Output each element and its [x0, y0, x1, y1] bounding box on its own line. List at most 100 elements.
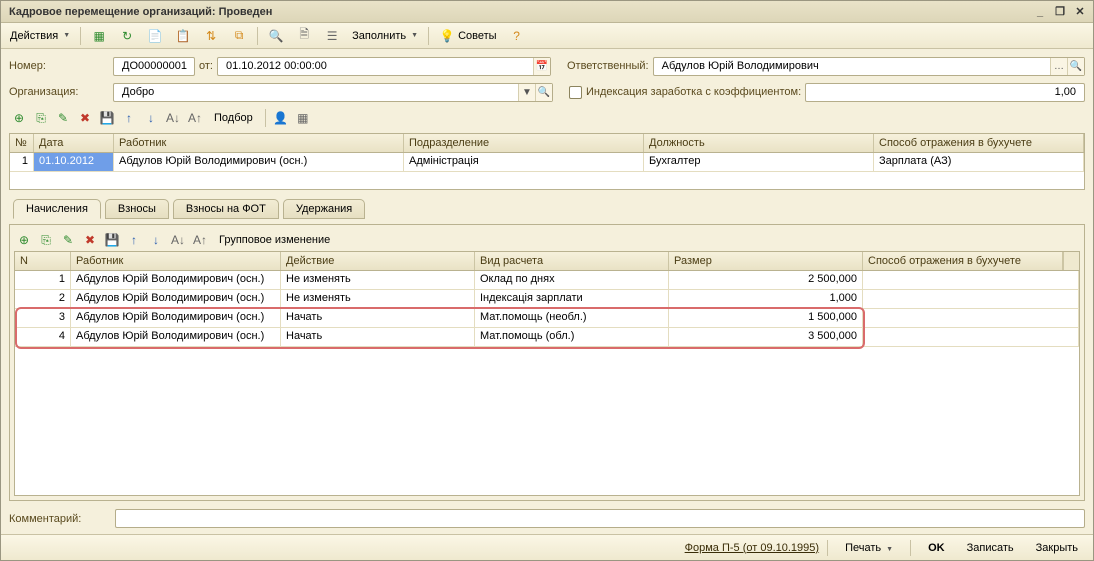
cell-action: Не изменять [281, 271, 475, 289]
v-scrollbar-head [1063, 252, 1079, 270]
add-row-button[interactable]: ⊕ [9, 108, 29, 128]
copy-row-button[interactable]: ⎘ [31, 108, 51, 128]
date-field[interactable]: 01.10.2012 00:00:00 📅 [217, 57, 551, 76]
form-p5-link[interactable]: Форма П-5 (от 09.10.1995) [685, 542, 819, 554]
person-button[interactable]: 👤 [271, 108, 291, 128]
edit-icon: ✎ [55, 110, 71, 126]
save-button[interactable]: Записать [958, 539, 1023, 557]
col-calc[interactable]: Вид расчета [475, 252, 669, 270]
edit-row-button[interactable]: ✎ [58, 230, 78, 250]
minimize-button[interactable]: _ [1031, 4, 1049, 20]
indexation-checkbox[interactable] [569, 86, 582, 99]
responsible-field[interactable]: Абдулов Юрій Володимирович … 🔍 [653, 57, 1085, 76]
col-date[interactable]: Дата [34, 134, 114, 152]
cell-calc: Оклад по днях [475, 271, 669, 289]
col-refl[interactable]: Способ отражения в бухучете [874, 134, 1084, 152]
open-button[interactable]: 🔍 [535, 84, 552, 101]
form-row-2: Организация: Добро ▼ 🔍 Индексация зарабо… [9, 81, 1085, 103]
grid2-row[interactable]: 2 Абдулов Юрій Володимирович (осн.) Не и… [15, 290, 1079, 309]
delete-row-button[interactable]: ✖ [80, 230, 100, 250]
fill-button[interactable]: Заполнить ▼ [347, 25, 423, 47]
move-up-button[interactable]: ↑ [119, 108, 139, 128]
end-edit-button[interactable]: 💾 [102, 230, 122, 250]
grid2-row[interactable]: 4 Абдулов Юрій Володимирович (осн.) Нача… [15, 328, 1079, 347]
col-dept[interactable]: Подразделение [404, 134, 644, 152]
move-up-button[interactable]: ↑ [124, 230, 144, 250]
move-down-button[interactable]: ↓ [146, 230, 166, 250]
select-button[interactable]: … [1050, 58, 1067, 75]
add-icon: ⊕ [11, 110, 27, 126]
open-button[interactable]: 🔍 [1067, 58, 1084, 75]
help-button[interactable]: ? [504, 25, 530, 47]
org-field[interactable]: Добро ▼ 🔍 [113, 83, 553, 102]
comment-field[interactable] [115, 509, 1085, 528]
workers-grid: № Дата Работник Подразделение Должность … [9, 133, 1085, 190]
doc-button-2[interactable]: 📋 [170, 25, 196, 47]
calendar-button[interactable]: 📅 [533, 58, 550, 75]
main-toolbar: Действия ▼ ▦ ↻ 📄 📋 ⇅ ⧉ 🔍 🗎 ☰ Заполнить ▼… [1, 23, 1093, 49]
actions-menu[interactable]: Действия ▼ [5, 25, 75, 47]
cell-n: 1 [10, 153, 34, 171]
comment-row: Комментарий: [9, 505, 1085, 530]
move-down-button[interactable]: ↓ [141, 108, 161, 128]
post-button[interactable]: ▦ [86, 25, 112, 47]
basis-button[interactable]: ⧉ [226, 25, 252, 47]
cell-pos: Бухгалтер [644, 153, 874, 171]
print-label: Печать [845, 542, 881, 554]
maximize-button[interactable]: ❐ [1051, 4, 1069, 20]
dropdown-button[interactable]: ▼ [518, 84, 535, 101]
sort-desc-button[interactable]: A↑ [185, 108, 205, 128]
grid1-toolbar: ⊕ ⎘ ✎ ✖ 💾 ↑ ↓ A↓ A↑ Подбор 👤 ▦ [9, 107, 1085, 129]
col-pos[interactable]: Должность [644, 134, 874, 152]
tab-accruals[interactable]: Начисления [13, 199, 101, 219]
add-row-button[interactable]: ⊕ [14, 230, 34, 250]
group-change-label: Групповое изменение [219, 234, 330, 246]
end-edit-button[interactable]: 💾 [97, 108, 117, 128]
edit-row-button[interactable]: ✎ [53, 108, 73, 128]
sort-desc-button[interactable]: A↑ [190, 230, 210, 250]
repost-button[interactable]: ↻ [114, 25, 140, 47]
print-button[interactable]: Печать ▼ [836, 539, 902, 557]
col-worker[interactable]: Работник [71, 252, 281, 270]
col-refl[interactable]: Способ отражения в бухучете [863, 252, 1063, 270]
grid1-row[interactable]: 1 01.10.2012 Абдулов Юрій Володимирович … [10, 153, 1084, 172]
tab-contributions-fot[interactable]: Взносы на ФОТ [173, 199, 279, 219]
col-size[interactable]: Размер [669, 252, 863, 270]
movements-button[interactable]: ⇅ [198, 25, 224, 47]
dropdown-icon: ▼ [886, 546, 893, 553]
tips-button[interactable]: 💡 Советы [434, 25, 501, 47]
tab-deductions[interactable]: Удержания [283, 199, 365, 219]
cell-action: Начать [281, 309, 475, 327]
list-button[interactable]: ☰ [319, 25, 345, 47]
col-n[interactable]: N [15, 252, 71, 270]
form-row-1: Номер: ДО00000001 от: 01.10.2012 00:00:0… [9, 55, 1085, 77]
tab-contributions[interactable]: Взносы [105, 199, 169, 219]
comment-label: Комментарий: [9, 513, 109, 525]
close-button[interactable]: ✕ [1071, 4, 1089, 20]
col-worker[interactable]: Работник [114, 134, 404, 152]
ok-button[interactable]: OK [919, 539, 954, 557]
find-button[interactable]: 🔍 [263, 25, 289, 47]
delete-icon: ✖ [82, 232, 98, 248]
grid2-row[interactable]: 3 Абдулов Юрій Володимирович (осн.) Нача… [15, 309, 1079, 328]
number-field[interactable]: ДО00000001 [113, 57, 195, 76]
pick-button[interactable]: Подбор [207, 108, 260, 128]
indexation-field[interactable]: 1,00 [805, 83, 1085, 102]
col-n[interactable]: № [10, 134, 34, 152]
copy-row-button[interactable]: ⎘ [36, 230, 56, 250]
group-change-button[interactable]: Групповое изменение [212, 230, 337, 250]
grid2-row[interactable]: 1 Абдулов Юрій Володимирович (осн.) Не и… [15, 271, 1079, 290]
doc-button-1[interactable]: 📄 [142, 25, 168, 47]
sort-asc-button[interactable]: A↓ [163, 108, 183, 128]
grid-settings-button[interactable]: ▦ [293, 108, 313, 128]
cell-refl [863, 271, 1079, 289]
tips-label: Советы [458, 30, 496, 42]
close-button[interactable]: Закрыть [1027, 539, 1087, 557]
delete-row-button[interactable]: ✖ [75, 108, 95, 128]
col-action[interactable]: Действие [281, 252, 475, 270]
cell-size: 1,000 [669, 290, 863, 308]
sort-asc-button[interactable]: A↓ [168, 230, 188, 250]
cell-date: 01.10.2012 [34, 153, 114, 171]
report-button[interactable]: 🗎 [291, 25, 317, 47]
actions-label: Действия [10, 30, 58, 42]
